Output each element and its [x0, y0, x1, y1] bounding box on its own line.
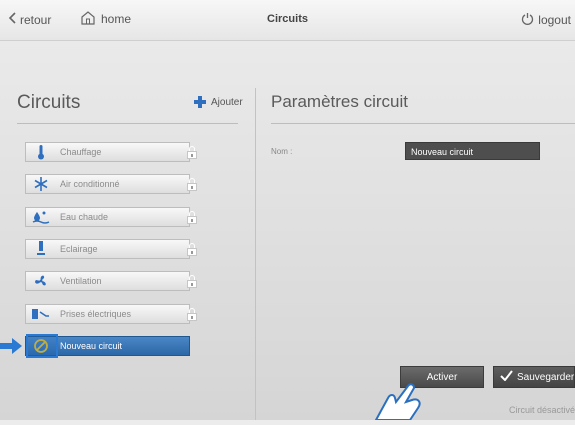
snowflake-icon — [26, 175, 56, 193]
circuit-item-eclairage[interactable]: Eclairage — [25, 239, 190, 259]
lock-icon — [187, 211, 197, 224]
name-label: Nom : — [271, 147, 293, 156]
panel-divider — [255, 88, 256, 420]
parameters-heading: Paramètres circuit — [271, 92, 408, 111]
item-label: Air conditionné — [60, 179, 120, 189]
lock-icon — [187, 243, 197, 256]
divider — [271, 123, 575, 124]
logout-label: logout — [538, 13, 571, 27]
fan-icon — [26, 272, 56, 290]
item-label: Eclairage — [60, 244, 98, 254]
selection-highlight — [26, 334, 58, 358]
lamp-icon — [26, 240, 56, 258]
circuit-item-chauffage[interactable]: Chauffage — [25, 142, 190, 162]
plus-icon — [194, 96, 206, 108]
circuit-item-eau-chaude[interactable]: Eau chaude — [25, 207, 190, 227]
name-field[interactable]: Nouveau circuit — [405, 142, 540, 160]
circuit-item-prises-electriques[interactable]: Prises électriques — [25, 304, 190, 324]
hot-water-icon — [26, 208, 56, 226]
plug-icon — [26, 305, 56, 323]
lock-icon — [187, 275, 197, 288]
divider — [17, 123, 238, 124]
top-bar: retour home Circuits logout — [0, 0, 575, 41]
arrow-right-icon — [0, 338, 22, 354]
item-label: Ventilation — [60, 276, 102, 286]
circuits-heading: Circuits — [17, 92, 81, 113]
circuit-item-ventilation[interactable]: Ventilation — [25, 271, 190, 291]
thermometer-icon — [26, 143, 56, 161]
item-label: Prises électriques — [60, 309, 132, 319]
page-title: Circuits — [267, 13, 308, 25]
logout-button[interactable]: logout — [521, 12, 571, 28]
checkmark-icon — [500, 370, 513, 384]
item-label: Chauffage — [60, 147, 102, 157]
item-label: Eau chaude — [60, 212, 109, 222]
pointing-hand-icon — [366, 380, 436, 421]
save-button[interactable]: Sauvegarder — [493, 366, 575, 388]
status-text: Circuit désactivé — [509, 405, 575, 415]
lock-icon — [187, 146, 197, 159]
item-label: Nouveau circuit — [60, 341, 123, 351]
lock-icon — [187, 178, 197, 191]
save-label: Sauvegarder — [517, 371, 575, 383]
circuit-item-air-conditionne[interactable]: Air conditionné — [25, 174, 190, 194]
power-icon — [521, 12, 534, 28]
add-circuit-button[interactable]: Ajouter — [194, 96, 243, 108]
add-label: Ajouter — [211, 96, 243, 108]
lock-icon — [187, 308, 197, 321]
